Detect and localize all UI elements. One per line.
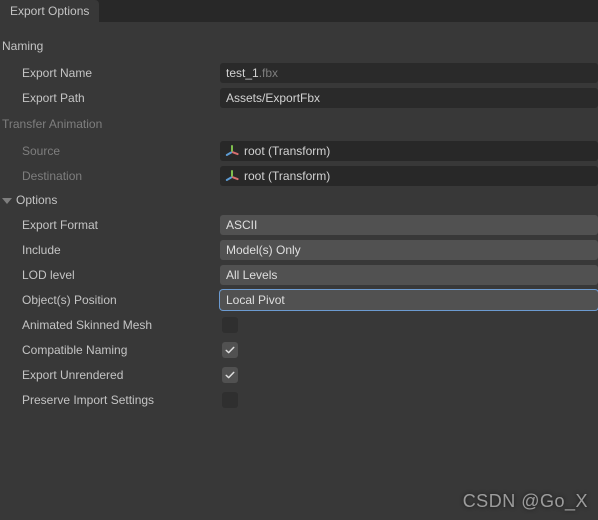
label-export-name: Export Name <box>0 66 220 80</box>
row-lod-level: LOD level All Levels <box>0 262 598 287</box>
section-naming: Naming <box>0 32 598 60</box>
label-objects-position: Object(s) Position <box>0 293 220 307</box>
transform-icon <box>226 145 238 157</box>
label-preserve-import-settings: Preserve Import Settings <box>0 393 220 407</box>
row-animated-skinned-mesh: Animated Skinned Mesh <box>0 312 598 337</box>
section-transfer-label: Transfer Animation <box>2 117 102 131</box>
tab-bar: Export Options <box>0 0 598 22</box>
label-lod-level: LOD level <box>0 268 220 282</box>
label-include: Include <box>0 243 220 257</box>
tab-export-options[interactable]: Export Options <box>0 0 99 22</box>
label-export-format: Export Format <box>0 218 220 232</box>
row-destination: Destination root (Transform) <box>0 163 598 188</box>
section-naming-label: Naming <box>2 39 43 53</box>
checkbox-compatible-naming[interactable] <box>222 342 238 358</box>
row-export-path: Export Path Assets/ExportFbx <box>0 85 598 110</box>
include-value: Model(s) Only <box>226 243 301 257</box>
dropdown-include[interactable]: Model(s) Only <box>220 240 598 260</box>
tab-label: Export Options <box>10 4 89 18</box>
label-source: Source <box>0 144 220 158</box>
row-compatible-naming: Compatible Naming <box>0 337 598 362</box>
row-source: Source root (Transform) <box>0 138 598 163</box>
check-icon <box>224 344 236 356</box>
checkbox-animated-skinned-mesh[interactable] <box>222 317 238 333</box>
objects-position-value: Local Pivot <box>226 293 285 307</box>
input-export-name[interactable]: test_1.fbx <box>220 63 598 83</box>
object-field-destination[interactable]: root (Transform) <box>220 166 598 186</box>
section-options-label: Options <box>16 193 57 207</box>
check-icon <box>224 369 236 381</box>
export-format-value: ASCII <box>226 218 257 232</box>
section-transfer-animation: Transfer Animation <box>0 110 598 138</box>
watermark: CSDN @Go_X <box>463 491 588 512</box>
row-export-name: Export Name test_1.fbx <box>0 60 598 85</box>
dropdown-objects-position[interactable]: Local Pivot <box>220 290 598 310</box>
object-field-source[interactable]: root (Transform) <box>220 141 598 161</box>
input-export-path[interactable]: Assets/ExportFbx <box>220 88 598 108</box>
row-export-unrendered: Export Unrendered <box>0 362 598 387</box>
transform-icon <box>226 170 238 182</box>
checkbox-export-unrendered[interactable] <box>222 367 238 383</box>
dropdown-export-format[interactable]: ASCII <box>220 215 598 235</box>
dropdown-lod-level[interactable]: All Levels <box>220 265 598 285</box>
chevron-down-icon <box>2 198 12 204</box>
label-compatible-naming: Compatible Naming <box>0 343 220 357</box>
checkbox-preserve-import-settings[interactable] <box>222 392 238 408</box>
row-preserve-import-settings: Preserve Import Settings <box>0 387 598 412</box>
source-value: root (Transform) <box>244 144 330 158</box>
row-objects-position: Object(s) Position Local Pivot <box>0 287 598 312</box>
label-animated-skinned-mesh: Animated Skinned Mesh <box>0 318 220 332</box>
label-export-path: Export Path <box>0 91 220 105</box>
destination-value: root (Transform) <box>244 169 330 183</box>
row-export-format: Export Format ASCII <box>0 212 598 237</box>
export-path-value: Assets/ExportFbx <box>226 91 320 105</box>
label-destination: Destination <box>0 169 220 183</box>
row-include: Include Model(s) Only <box>0 237 598 262</box>
foldout-options[interactable]: Options <box>0 188 57 212</box>
export-name-ext: .fbx <box>259 66 278 80</box>
label-export-unrendered: Export Unrendered <box>0 368 220 382</box>
export-name-base: test_1 <box>226 66 259 80</box>
lod-level-value: All Levels <box>226 268 277 282</box>
